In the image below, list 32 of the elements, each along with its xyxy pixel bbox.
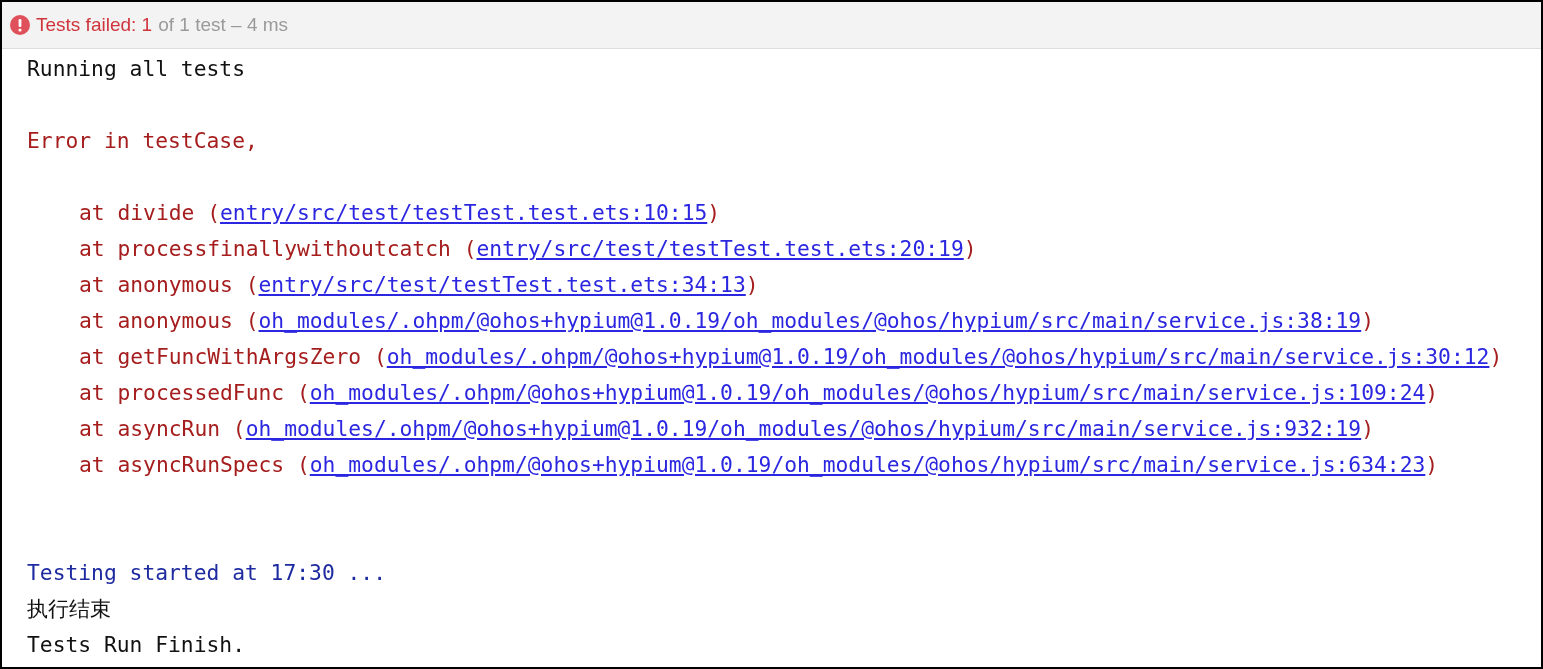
closing-paren: ) [1361,308,1375,333]
file-link[interactable]: oh_modules/.ohpm/@ohos+hypium@1.0.19/oh_modules/@ohos/hypium/src/main/service.js:38:19 [258,308,1362,333]
file-link[interactable]: oh_modules/.ohpm/@ohos+hypium@1.0.19/oh_modules/@ohos/hypium/src/main/service.js:30:12 [386,344,1490,369]
closing-paren: ) [1425,452,1439,477]
stack-frame-text: at processfinallywithoutcatch ( [79,236,477,261]
console-info-line: Testing started at 17:30 ... [27,559,386,587]
stack-frame-text: at anonymous ( [79,272,259,297]
stack-frame-text: at getFuncWithArgsZero ( [79,344,387,369]
closing-paren: ) [1489,344,1503,369]
file-link[interactable]: entry/src/test/testTest.test.ets:20:19 [476,236,964,261]
file-link[interactable]: oh_modules/.ohpm/@ohos+hypium@1.0.19/oh_modules/@ohos/hypium/src/main/service.js:634:23 [309,452,1426,477]
closing-paren: ) [745,272,759,297]
closing-paren: ) [963,236,977,261]
test-summary: of 1 test – 4 ms [158,14,289,36]
failed-status: Tests failed: 1 [36,14,153,36]
stack-frame-text: at asyncRun ( [79,416,246,441]
console-line: Running all tests [27,55,245,83]
closing-paren: ) [1361,416,1374,441]
file-link[interactable]: entry/src/test/testTest.test.ets:34:13 [258,272,746,297]
error-message: Error in testCase, [27,127,258,155]
file-link[interactable]: oh_modules/.ohpm/@ohos+hypium@1.0.19/oh_modules/@ohos/hypium/src/main/service.js:109:24 [309,380,1426,405]
stack-frame-text: at divide ( [79,200,221,225]
stack-frame-text: at anonymous ( [79,308,259,333]
console-line: Tests Run Finish. [27,631,245,659]
error-icon [10,15,30,35]
closing-paren: ) [707,200,721,225]
stack-frame-text: at processedFunc ( [79,380,310,405]
stack-frame-text: at asyncRunSpecs ( [79,452,310,477]
closing-paren: ) [1425,380,1439,405]
console-line: 执行结束 [27,595,111,623]
file-link[interactable]: entry/src/test/testTest.test.ets:10:15 [220,200,708,225]
file-link[interactable]: oh_modules/.ohpm/@ohos+hypium@1.0.19/oh_modules/@ohos/hypium/src/main/service.js:932:19 [245,416,1362,441]
